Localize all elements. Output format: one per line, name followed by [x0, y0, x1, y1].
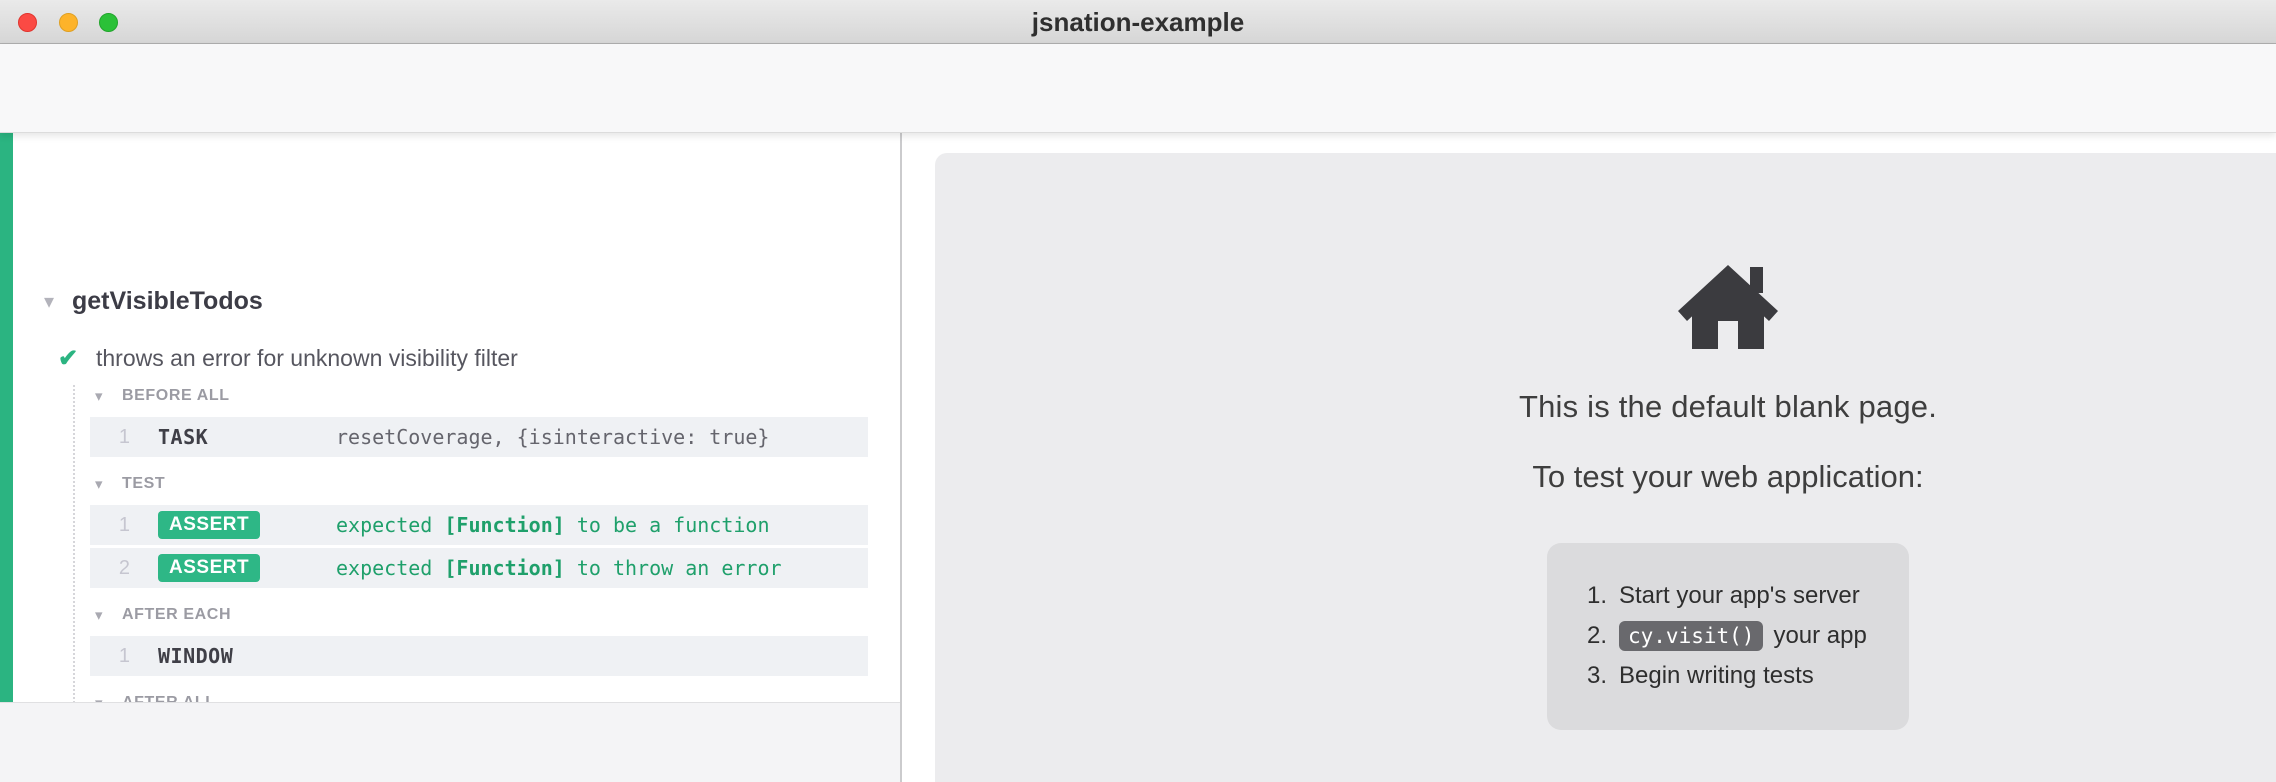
- command-number: 1: [90, 645, 130, 668]
- caret-down-icon: ▾: [44, 289, 72, 314]
- hook-label: BEFORE ALL: [122, 387, 230, 405]
- caret-down-icon: ▾: [95, 606, 122, 624]
- command-row[interactable]: 1 TASKresetCoverage, {isinteractive: true…: [90, 417, 868, 457]
- hook-header[interactable]: ▾AFTER EACH: [0, 602, 900, 628]
- cy-visit-code-chip: cy.visit(): [1619, 621, 1763, 651]
- titlebar: jsnation-example: [0, 0, 2276, 44]
- minimize-window-button[interactable]: [59, 13, 78, 32]
- getting-started-box: 1.Start your app's server2.cy.visit()you…: [1547, 543, 1909, 730]
- getting-started-step: 1.Start your app's server: [1587, 576, 1909, 616]
- command-name: ASSERT: [158, 554, 336, 582]
- close-window-button[interactable]: [18, 13, 37, 32]
- assert-badge: ASSERT: [158, 554, 260, 582]
- blank-page-subheading: To test your web application:: [1428, 459, 2028, 495]
- hook-section: ▾TEST 1 ASSERT expected [Function] to be a …: [0, 471, 900, 588]
- command-row[interactable]: 1 WINDOW: [90, 636, 868, 676]
- getting-started-step: 2.cy.visit()your app: [1587, 616, 1909, 656]
- command-message: resetCoverage, {isinteractive: true}: [336, 425, 769, 449]
- hook-section: ▾AFTER ALL1TASKcombineCoverage, {/users/…: [0, 690, 900, 702]
- command-row[interactable]: 2 ASSERT expected [Function] to throw an e…: [90, 548, 868, 588]
- test-row[interactable]: ✔ throws an error for unknown visibility…: [0, 338, 880, 378]
- hook-header[interactable]: ▾AFTER ALL: [0, 690, 900, 702]
- aut-iframe: This is the default blank page. To test …: [935, 153, 2276, 782]
- test-title: throws an error for unknown visibility f…: [96, 345, 518, 372]
- command-number: 1: [90, 514, 130, 537]
- blank-page-heading: This is the default blank page.: [1428, 389, 2028, 425]
- hook-header[interactable]: ▾BEFORE ALL: [0, 383, 900, 409]
- hook-label: TEST: [122, 475, 165, 493]
- command-name: WINDOW: [158, 644, 336, 668]
- hook-header[interactable]: ▾TEST: [0, 471, 900, 497]
- hook-section: ▾AFTER EACH 1 WINDOW: [0, 602, 900, 676]
- command-number: 2: [90, 557, 130, 580]
- caret-down-icon: ▾: [95, 387, 122, 405]
- aut-panel: This is the default blank page. To test …: [902, 133, 2276, 782]
- command-name: ASSERT: [158, 511, 336, 539]
- command-row[interactable]: 1 ASSERT expected [Function] to be a funct…: [90, 505, 868, 545]
- reporter-footer: [0, 702, 900, 782]
- command-number: 1: [90, 426, 130, 449]
- test-passed-check-icon: ✔: [58, 344, 96, 373]
- hook-label: AFTER ALL: [122, 694, 216, 702]
- toolbar: [0, 44, 2276, 133]
- assert-badge: ASSERT: [158, 511, 260, 539]
- getting-started-step: 3.Begin writing tests: [1587, 656, 1909, 696]
- caret-down-icon: ▾: [95, 475, 122, 493]
- command-message: expected [Function] to be a function: [336, 513, 770, 537]
- command-message: expected [Function] to throw an error: [336, 556, 782, 580]
- home-icon: [1428, 265, 2028, 349]
- command-name: TASK: [158, 425, 336, 449]
- hook-section: ▾BEFORE ALL 1 TASKresetCoverage, {isintera…: [0, 383, 900, 457]
- reporter-panel: ▾ getVisibleTodos ✔ throws an error for …: [0, 133, 900, 702]
- window-title: jsnation-example: [0, 0, 2276, 44]
- caret-down-icon: ▾: [95, 694, 122, 702]
- suite-row-getvisibletodos[interactable]: ▾ getVisibleTodos: [0, 281, 880, 321]
- hook-label: AFTER EACH: [122, 606, 231, 624]
- default-blank-page: This is the default blank page. To test …: [1428, 153, 2028, 730]
- command-log: ▾BEFORE ALL1TASKresetCoverage, {isintera…: [0, 383, 900, 702]
- suite-title: getVisibleTodos: [72, 287, 263, 316]
- zoom-window-button[interactable]: [99, 13, 118, 32]
